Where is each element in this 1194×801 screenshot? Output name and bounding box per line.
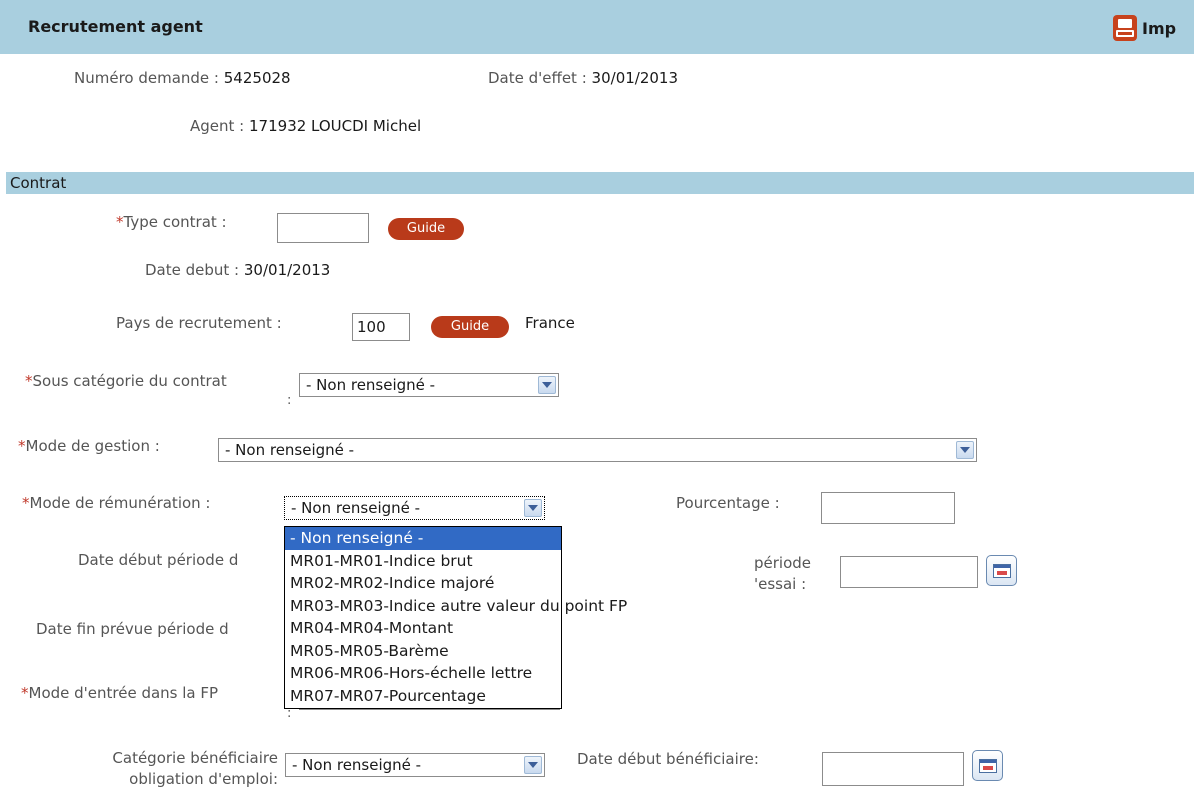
mode-entree-label-text: Mode d'entrée dans la FP (28, 684, 219, 702)
date-fin-prevue-label-text: Date fin prévue période (36, 620, 215, 638)
chevron-down-icon (956, 441, 974, 459)
mode-remuneration-label: *Mode de rémunération : (22, 494, 211, 512)
date-fin-essai-input[interactable] (840, 556, 978, 588)
chevron-down-icon (538, 376, 556, 394)
date-debut-benef-calendar-button[interactable] (972, 750, 1003, 781)
dropdown-option[interactable]: MR05-MR05-Barème (285, 640, 561, 663)
print-button[interactable]: Imp (1113, 14, 1176, 42)
pays-input[interactable] (352, 313, 410, 341)
pourcentage-label: Pourcentage : (676, 494, 780, 512)
dropdown-option[interactable]: MR02-MR02-Indice majoré (285, 572, 561, 595)
date-debut-benef-label: Date début bénéficiaire: (577, 750, 759, 768)
numero-demande: Numéro demande : 5425028 (74, 69, 291, 87)
sous-categorie-label: *Sous catégorie du contrat (25, 372, 227, 390)
mode-entree-label: *Mode d'entrée dans la FP (21, 684, 218, 702)
pays-name: France (525, 314, 575, 332)
sous-categorie-colon: : (287, 393, 292, 408)
dropdown-option[interactable]: MR03-MR03-Indice autre valeur du point F… (285, 595, 627, 618)
date-effet-label: Date d'effet : (488, 69, 587, 87)
mode-gestion-label: *Mode de gestion : (18, 437, 160, 455)
agent: Agent : 171932 LOUCDI Michel (190, 117, 421, 135)
date-debut: Date debut : 30/01/2013 (145, 261, 330, 279)
agent-label: Agent : (190, 117, 245, 135)
dropdown-option[interactable]: - Non renseigné - (285, 527, 561, 550)
sous-categorie-label-text: Sous catégorie du contrat (32, 372, 227, 390)
date-debut-value: 30/01/2013 (243, 261, 331, 279)
printer-icon (1113, 15, 1137, 41)
mode-remuneration-label-text: Mode de rémunération : (29, 494, 211, 512)
sous-categorie-select[interactable]: - Non renseigné - (299, 373, 559, 397)
dropdown-option[interactable]: MR07-MR07-Pourcentage (285, 685, 561, 708)
categorie-benef-label-line1: Catégorie bénéficiaire (112, 749, 278, 767)
mode-remuneration-select[interactable]: - Non renseigné - (284, 496, 545, 520)
section-title: Contrat (10, 174, 67, 192)
type-contrat-label-text: Type contrat : (123, 213, 227, 231)
date-effet-value: 30/01/2013 (591, 69, 679, 87)
type-contrat-guide-button[interactable]: Guide (388, 218, 464, 240)
required-mark: * (21, 684, 29, 702)
date-debut-label: Date debut : (145, 261, 240, 279)
type-contrat-input[interactable] (277, 213, 369, 243)
date-fin-prevue-label-trail: d (219, 620, 229, 638)
required-mark: * (18, 437, 26, 455)
required-mark: * (25, 372, 33, 390)
date-debut-benef-input[interactable] (822, 752, 964, 786)
sous-categorie-value: - Non renseigné - (306, 376, 436, 394)
date-fin-essai-label-line2: 'essai : (754, 575, 807, 593)
categorie-benef-value: - Non renseigné - (292, 756, 422, 774)
required-mark: * (22, 494, 30, 512)
numero-demande-label: Numéro demande : (74, 69, 219, 87)
date-effet: Date d'effet : 30/01/2013 (488, 69, 678, 87)
page-title: Recrutement agent (28, 17, 203, 36)
date-debut-periode-label-text: Date début période (78, 551, 225, 569)
mode-gestion-value: - Non renseigné - (225, 441, 355, 459)
mode-gestion-label-text: Mode de gestion : (25, 437, 160, 455)
dropdown-option[interactable]: MR06-MR06-Hors-échelle lettre (285, 662, 561, 685)
calendar-icon (992, 563, 1011, 578)
chevron-down-icon (524, 756, 542, 774)
mode-remuneration-dropdown[interactable]: - Non renseigné - MR01-MR01-Indice brut … (284, 526, 627, 709)
date-debut-periode-label: Date début période d (78, 551, 238, 569)
date-fin-prevue-label: Date fin prévue période d (36, 620, 229, 638)
date-debut-periode-label-trail: d (228, 551, 239, 569)
required-mark: * (116, 213, 124, 231)
date-fin-essai-calendar-button[interactable] (986, 555, 1017, 586)
numero-demande-value: 5425028 (223, 69, 291, 87)
agent-value: 171932 LOUCDI Michel (249, 117, 422, 135)
dropdown-option[interactable]: MR01-MR01-Indice brut (285, 550, 561, 573)
print-label: Imp (1142, 18, 1177, 38)
categorie-benef-label-line2: obligation d'emploi: (129, 770, 278, 788)
type-contrat-label: *Type contrat : (116, 213, 227, 231)
section-bar (6, 172, 1194, 194)
pourcentage-input[interactable] (821, 492, 955, 524)
date-fin-essai-label-line1: période (754, 554, 812, 572)
calendar-icon (978, 758, 997, 773)
chevron-down-icon (524, 499, 542, 517)
pays-label: Pays de recrutement : (116, 314, 282, 332)
mode-remuneration-value: - Non renseigné - (291, 499, 421, 517)
date-fin-essai-label: période 'essai : (754, 553, 811, 595)
mode-gestion-select[interactable]: - Non renseigné - (218, 438, 977, 462)
pays-guide-button[interactable]: Guide (431, 316, 509, 338)
categorie-benef-label: Catégorie bénéficiaire obligation d'empl… (48, 748, 278, 790)
categorie-benef-select[interactable]: - Non renseigné - (285, 753, 545, 777)
dropdown-option[interactable]: MR04-MR04-Montant (285, 617, 561, 640)
